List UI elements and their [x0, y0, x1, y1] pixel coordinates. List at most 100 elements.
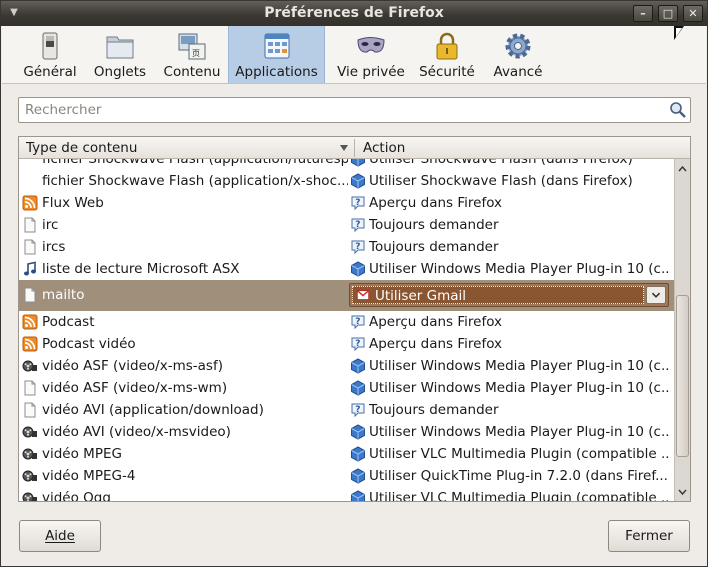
tab-content[interactable]: 页 Contenu	[160, 26, 224, 83]
cell-action: Utiliser Windows Media Player Plug-in 10…	[369, 424, 671, 440]
close-button[interactable]: Fermer	[608, 520, 690, 552]
cell-content-type: mailto	[42, 287, 85, 303]
minimize-button[interactable]: –	[633, 5, 653, 22]
file-icon	[24, 287, 36, 303]
table-row[interactable]: vidéo ASF (video/x-ms-asf) Utiliser Windo…	[19, 355, 674, 377]
cell-content-type: vidéo ASF (video/x-ms-asf)	[42, 358, 223, 374]
sort-arrow-icon	[340, 145, 348, 151]
cell-content-type: fichier Shockwave Flash (application/x-s…	[42, 173, 348, 189]
table-row[interactable]: liste de lecture Microsoft ASX Utiliser W…	[19, 258, 674, 280]
search-input[interactable]: Rechercher	[18, 97, 691, 123]
maximize-button[interactable]: □	[658, 5, 678, 22]
ask-icon: ?	[351, 218, 365, 233]
cell-action: Toujours demander	[369, 239, 499, 255]
cell-content-type: vidéo Ogg	[42, 490, 111, 502]
table-row[interactable]: vidéo AVI (application/download)? Toujour…	[19, 399, 674, 421]
plugin-icon	[351, 424, 365, 440]
cell-content-type: vidéo AVI (video/x-msvideo)	[42, 424, 231, 440]
list-rows: fichier Shockwave Flash (application/fut…	[19, 159, 674, 502]
file-icon	[24, 380, 36, 396]
ask-icon: ?	[351, 240, 365, 255]
tab-privacy[interactable]: Vie privée	[332, 26, 410, 83]
security-lock-icon	[436, 32, 458, 60]
general-switch-icon	[42, 32, 58, 60]
table-row[interactable]: vidéo Ogg Utiliser VLC Multimedia Plugin …	[19, 487, 674, 502]
help-button[interactable]: Aide	[19, 520, 101, 552]
cell-action: Aperçu dans Firefox	[369, 195, 503, 211]
table-row[interactable]: fichier Shockwave Flash (application/fut…	[19, 159, 674, 170]
svg-text:?: ?	[355, 198, 360, 208]
table-row[interactable]: irc? Toujours demander	[19, 214, 674, 236]
plugin-icon	[351, 468, 365, 484]
tab-security[interactable]: Sécurité	[415, 26, 479, 83]
film-reel-icon	[22, 492, 37, 501]
plugin-icon	[351, 159, 365, 167]
title-bar[interactable]: ▼ Préférences de Firefox – □ ✕	[1, 1, 707, 26]
column-separator[interactable]	[354, 139, 355, 157]
tab-advanced[interactable]: Avancé	[485, 26, 551, 83]
tab-tabs-label: Onglets	[93, 64, 147, 80]
tab-applications[interactable]: Applications	[228, 26, 325, 83]
table-row[interactable]: vidéo ASF (video/x-ms-wm) Utiliser Window…	[19, 377, 674, 399]
file-icon	[24, 217, 36, 233]
tab-security-label: Sécurité	[419, 64, 475, 80]
content-icon: 页	[178, 33, 206, 60]
film-reel-icon	[22, 360, 37, 372]
chevron-down-icon[interactable]	[646, 286, 666, 304]
table-row-selected[interactable]: mailto Utiliser Gmail	[19, 280, 674, 311]
search-icon[interactable]	[669, 101, 687, 119]
table-row[interactable]: vidéo MPEG-4 Utiliser QuickTime Plug-in 7…	[19, 465, 674, 487]
column-header-type[interactable]: Type de contenu	[19, 137, 354, 159]
scrollbar-thumb[interactable]	[676, 295, 689, 457]
cell-content-type: Flux Web	[42, 195, 104, 211]
tab-general-label: Général	[23, 64, 77, 80]
action-dropdown-value: Utiliser Gmail	[352, 286, 644, 304]
svg-text:?: ?	[355, 242, 360, 252]
help-button-label: Aide	[45, 528, 75, 544]
close-window-button[interactable]: ✕	[683, 5, 703, 22]
window-menu-icon[interactable]: ▼	[7, 6, 21, 20]
ask-icon: ?	[351, 337, 365, 352]
tab-general[interactable]: Général	[20, 26, 80, 83]
search-placeholder: Rechercher	[25, 102, 102, 118]
cell-action: Toujours demander	[369, 402, 499, 418]
cell-content-type: vidéo AVI (application/download)	[42, 402, 264, 418]
action-dropdown[interactable]: Utiliser Gmail	[349, 283, 669, 307]
cell-content-type: Podcast vidéo	[42, 336, 136, 352]
tabs-folder-icon	[106, 36, 134, 59]
cell-action: Utiliser QuickTime Plug-in 7.2.0 (dans F…	[369, 468, 668, 484]
svg-text:?: ?	[355, 339, 360, 349]
table-row[interactable]: ircs? Toujours demander	[19, 236, 674, 258]
table-row[interactable]: Flux Web? Aperçu dans Firefox	[19, 192, 674, 214]
svg-text:?: ?	[355, 317, 360, 327]
scroll-up-icon[interactable]	[675, 161, 690, 177]
cell-content-type: vidéo ASF (video/x-ms-wm)	[42, 380, 228, 396]
cell-content-type: vidéo MPEG	[42, 446, 122, 462]
tab-applications-label: Applications	[235, 64, 318, 80]
scroll-down-icon[interactable]	[675, 484, 690, 500]
column-header-action[interactable]: Action	[356, 137, 690, 159]
table-row[interactable]: fichier Shockwave Flash (application/x-s…	[19, 170, 674, 192]
table-row[interactable]: vidéo AVI (video/x-msvideo) Utiliser Wind…	[19, 421, 674, 443]
action-dropdown-label: Utiliser Gmail	[375, 288, 466, 304]
list-header: Type de contenu Action	[19, 137, 690, 159]
tab-advanced-label: Avancé	[493, 64, 543, 80]
table-row[interactable]: Podcast vidéo? Aperçu dans Firefox	[19, 333, 674, 355]
vertical-scrollbar[interactable]	[674, 159, 690, 501]
file-icon	[24, 239, 36, 255]
cell-action: Utiliser VLC Multimedia Plugin (compatib…	[369, 490, 671, 502]
cell-content-type: Podcast	[42, 314, 95, 330]
close-button-label: Fermer	[625, 528, 673, 544]
cell-action: Utiliser Windows Media Player Plug-in 10…	[369, 358, 671, 374]
cell-action: Utiliser Shockwave Flash (dans Firefox)	[369, 159, 633, 167]
ask-icon: ?	[351, 315, 365, 330]
svg-text:?: ?	[355, 220, 360, 230]
tab-tabs[interactable]: Onglets	[88, 26, 152, 83]
content-type-list: Type de contenu Action fichier Shockwave…	[18, 136, 691, 502]
cell-action: Utiliser VLC Multimedia Plugin (compatib…	[369, 446, 671, 462]
cell-action: Aperçu dans Firefox	[369, 336, 503, 352]
film-reel-icon	[22, 470, 37, 482]
table-row[interactable]: vidéo MPEG Utiliser VLC Multimedia Plugin…	[19, 443, 674, 465]
table-row[interactable]: Podcast? Aperçu dans Firefox	[19, 311, 674, 333]
privacy-mask-icon	[357, 37, 385, 53]
